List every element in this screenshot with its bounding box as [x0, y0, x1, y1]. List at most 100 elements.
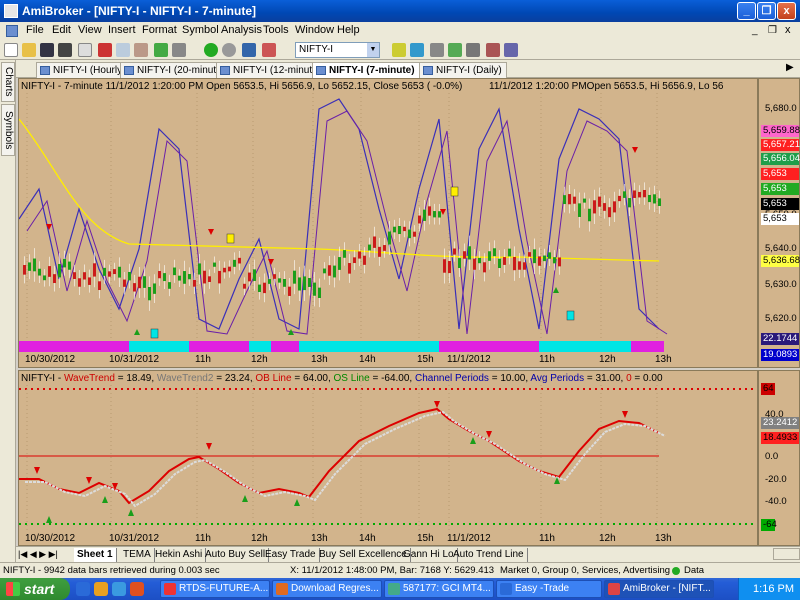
candle-body: [448, 261, 451, 274]
price-chart-pane[interactable]: NIFTY-I - 7-minute 11/1/2012 1:20:00 PM …: [18, 78, 758, 368]
horizontal-scrollbar[interactable]: [773, 548, 800, 560]
cut-icon[interactable]: [98, 43, 112, 57]
text-tool-icon[interactable]: [504, 43, 518, 57]
pencil-icon[interactable]: [466, 43, 480, 57]
candle-body: [493, 248, 496, 257]
start-button[interactable]: start: [0, 578, 70, 600]
open-folder-icon[interactable]: [22, 43, 36, 57]
scan-icon[interactable]: [430, 43, 444, 57]
mdi-restore-button[interactable]: ❐: [768, 25, 777, 36]
candle-body: [333, 265, 336, 278]
task-easy-trade[interactable]: Easy -Trade: [496, 580, 602, 598]
tab-20-minute[interactable]: NIFTY-I (20-minute): [120, 62, 230, 78]
x-axis-label: 12h: [599, 354, 616, 365]
trendline-icon[interactable]: [486, 43, 500, 57]
close-button[interactable]: x: [777, 2, 796, 20]
restore-button[interactable]: ❐: [757, 2, 776, 20]
sheet-tab-gann-hi-lo[interactable]: Gann Hi Lo: [400, 548, 458, 562]
candle-body: [263, 282, 266, 294]
zoom-icon[interactable]: [242, 43, 256, 57]
wavetrend-pane[interactable]: NIFTY-I - WaveTrend = 18.49, WaveTrend2 …: [18, 370, 758, 546]
task-amibroker[interactable]: AmiBroker - [NIFT...: [604, 580, 714, 598]
menu-bar: File Edit View Insert Format Symbol Anal…: [0, 22, 800, 40]
formula-icon[interactable]: [172, 43, 186, 57]
sheet-tab-hekin-ashi[interactable]: Hekin Ashi: [152, 548, 207, 562]
sheet-tab-sheet1[interactable]: Sheet 1: [74, 548, 117, 562]
start-label: start: [24, 581, 55, 597]
sheet-tab-tema[interactable]: TEMA: [120, 548, 155, 562]
tab-charts[interactable]: Charts: [1, 62, 15, 102]
sheet-tab-easy-trade[interactable]: Easy Trade: [262, 548, 320, 562]
symbol-select[interactable]: NIFTY-I ▼: [295, 42, 380, 58]
paste-icon[interactable]: [134, 43, 148, 57]
task-rtds[interactable]: RTDS-FUTURE-A...: [160, 580, 270, 598]
tools-icon[interactable]: [392, 43, 406, 57]
tab-scroll-right-icon[interactable]: ▶: [786, 62, 794, 73]
chart-icon[interactable]: [154, 43, 168, 57]
wavetrend-header-part: Avg Periods: [530, 373, 585, 384]
wavetrend-header-part: WaveTrend2: [156, 373, 214, 384]
signal-arrow-icon: [632, 147, 638, 153]
price-label: 5,659.88: [761, 125, 800, 137]
price-scale[interactable]: 5,680.0 5,650.0 5,640.0 5,630.0 5,620.0 …: [758, 78, 800, 368]
firefox-icon[interactable]: [130, 582, 144, 596]
menu-view[interactable]: View: [78, 24, 102, 36]
sheet-tab-buy-sell-excellence[interactable]: Buy Sell Excellence: [316, 548, 411, 562]
candle-body: [393, 226, 396, 233]
candle-body: [168, 282, 171, 289]
candle-body: [323, 268, 326, 274]
menu-edit[interactable]: Edit: [52, 24, 71, 36]
save-all-icon[interactable]: [58, 43, 72, 57]
mdi-close-button[interactable]: x: [785, 24, 791, 36]
scroll-icon[interactable]: [262, 43, 276, 57]
mdi-minimize-button[interactable]: _: [752, 25, 758, 36]
mail-icon[interactable]: [112, 582, 126, 596]
menu-symbol[interactable]: Symbol: [182, 24, 219, 36]
ie-icon: [500, 583, 512, 595]
wavetrend-scale[interactable]: 64 40.0 23.2412 18.4933 0.0 -20.0 -40.0 …: [758, 370, 800, 546]
tab-symbols[interactable]: Symbols: [1, 104, 15, 156]
back-arrow-icon[interactable]: [204, 43, 218, 57]
x-axis-label: 11/1/2012: [447, 533, 491, 544]
sheet-tab-auto-trend-line[interactable]: Auto Trend Line: [450, 548, 528, 562]
candle-body: [63, 258, 66, 268]
menu-analysis[interactable]: Analysis: [221, 24, 262, 36]
minimize-button[interactable]: _: [737, 2, 756, 20]
app-icon[interactable]: [4, 4, 18, 18]
tab-7-minute[interactable]: NIFTY-I (7-minute): [312, 62, 420, 78]
sheet-nav-icons[interactable]: |◀ ◀ ▶ ▶|: [18, 549, 58, 560]
auto-icon[interactable]: [410, 43, 424, 57]
menu-window[interactable]: Window: [295, 24, 334, 36]
signal-arrow-icon: [622, 411, 628, 418]
menu-file[interactable]: File: [26, 24, 44, 36]
show-desktop-icon[interactable]: [94, 582, 108, 596]
copy-icon[interactable]: [116, 43, 130, 57]
menu-format[interactable]: Format: [142, 24, 177, 36]
candle-body: [573, 196, 576, 204]
candle-body: [563, 195, 566, 205]
candle-body: [413, 231, 416, 237]
menu-tools[interactable]: Tools: [263, 24, 289, 36]
child-window-icon[interactable]: [6, 25, 18, 37]
wavetrend-header-part: = 64.00,: [291, 373, 334, 384]
draw-tool-icon[interactable]: [448, 43, 462, 57]
chevron-down-icon[interactable]: ▼: [367, 43, 379, 57]
menu-help[interactable]: Help: [337, 24, 360, 36]
candle-body: [553, 257, 556, 264]
tab-hourly[interactable]: NIFTY-I (Hourly): [36, 62, 131, 78]
task-mt4[interactable]: 587177: GCI MT4...: [384, 580, 494, 598]
wavetrend-header-part: Channel Periods: [414, 373, 489, 384]
candle-body: [133, 283, 136, 292]
tab-daily[interactable]: NIFTY-I (Daily): [419, 62, 507, 78]
print-icon[interactable]: [78, 43, 92, 57]
menu-insert[interactable]: Insert: [108, 24, 136, 36]
tab-12-minute[interactable]: NIFTY-I (12-minute: [216, 62, 323, 78]
new-icon[interactable]: [4, 43, 18, 57]
ie-icon[interactable]: [76, 582, 90, 596]
candle-body: [428, 206, 431, 216]
clock[interactable]: 1:16 PM: [753, 583, 794, 595]
task-download[interactable]: Download Regres...: [272, 580, 382, 598]
forward-arrow-icon[interactable]: [222, 43, 236, 57]
save-icon[interactable]: [40, 43, 54, 57]
sheet-tab-auto-buy-sell[interactable]: Auto Buy Sell: [202, 548, 270, 562]
